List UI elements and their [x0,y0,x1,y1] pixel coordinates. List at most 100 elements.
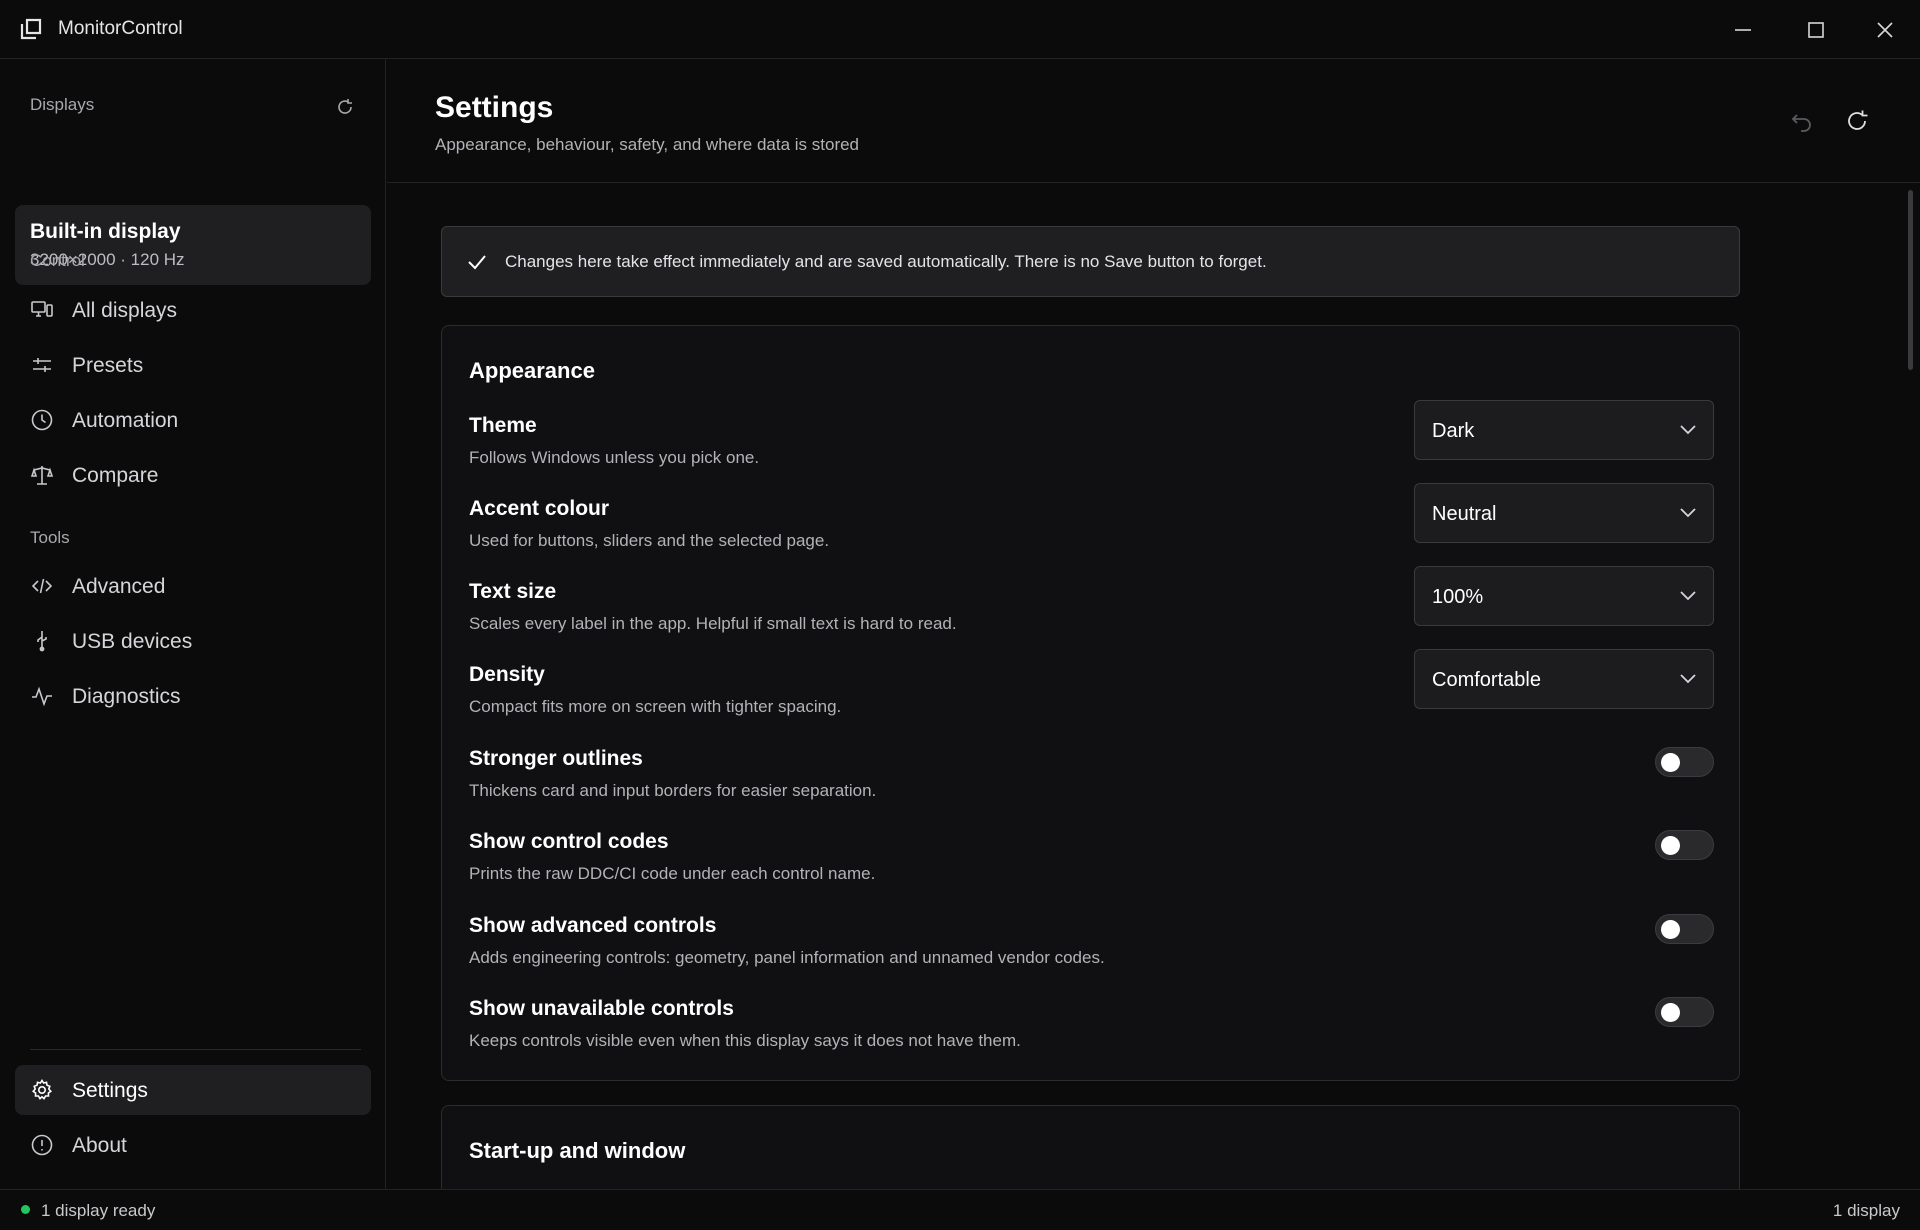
sidebar-item-label: Automation [72,409,179,432]
toggle-knob [1661,920,1680,939]
select-value: Comfortable [1432,669,1541,691]
sidebar-item-label: Presets [72,354,144,377]
setting-label: Text size [469,580,557,603]
startup-card: Start-up and window [441,1105,1740,1189]
page-header: Settings Appearance, behaviour, safety, … [387,59,1920,183]
setting-label: Accent colour [469,497,610,520]
setting-text-size: Text size Scales every label in the app.… [469,566,1714,650]
setting-theme: Theme Follows Windows unless you pick on… [469,400,1714,484]
maximize-button[interactable] [1782,0,1850,59]
accent-colour-select[interactable]: Neutral [1414,483,1714,543]
setting-label: Theme [469,414,537,437]
setting-show-unavailable-controls: Show unavailable controls Keeps controls… [469,997,1714,1067]
setting-label: Show advanced controls [469,914,717,937]
sidebar-item-diagnostics[interactable]: Diagnostics [15,671,371,721]
show-control-codes-toggle[interactable] [1655,830,1714,860]
undo-icon [1791,114,1811,132]
chevron-down-icon [1680,591,1696,601]
reload-icon [1848,110,1868,130]
usb-icon [30,629,54,653]
sidebar-item-about[interactable]: About [15,1120,371,1170]
setting-accent-colour: Accent colour Used for buttons, sliders … [469,483,1714,567]
sidebar-item-label: About [72,1134,127,1157]
setting-label: Show unavailable controls [469,997,734,1020]
display-name: Built-in display [30,220,181,243]
status-dot [21,1205,30,1214]
display-card-built-in[interactable]: Built-in display 3200×2000 · 120 Hz [15,205,371,285]
setting-label: Show control codes [469,830,669,853]
scrollbar-thumb[interactable] [1908,190,1913,370]
setting-show-control-codes: Show control codes Prints the raw DDC/CI… [469,830,1714,900]
text-size-select[interactable]: 100% [1414,566,1714,626]
setting-description: Thickens card and input borders for easi… [469,781,877,800]
select-value: Neutral [1432,503,1497,525]
sidebar-item-advanced[interactable]: Advanced [15,561,371,611]
app-title: MonitorControl [58,18,183,39]
status-bar: 1 display ready 1 display [0,1189,1920,1230]
sidebar-item-label: Advanced [72,575,166,598]
setting-description: Scales every label in the app. Helpful i… [469,614,957,633]
scale-icon [30,463,54,487]
undo-button[interactable] [1789,108,1815,134]
sidebar-item-label: Compare [72,464,159,487]
app-logo-icon [20,18,42,40]
select-value: Dark [1432,420,1475,442]
chevron-down-icon [1680,425,1696,435]
setting-description: Prints the raw DDC/CI code under each co… [469,864,876,883]
sidebar-item-compare[interactable]: Compare [15,450,371,500]
toggle-knob [1661,836,1680,855]
sidebar-item-automation[interactable]: Automation [15,395,371,445]
show-unavailable-controls-toggle[interactable] [1655,997,1714,1027]
minimize-icon [1735,28,1751,31]
density-select[interactable]: Comfortable [1414,649,1714,709]
display-count: 1 display [1832,1201,1900,1220]
sidebar-item-settings[interactable]: Settings [15,1065,371,1115]
setting-description: Keeps controls visible even when this di… [469,1031,1021,1050]
startup-card-title: Start-up and window [469,1138,686,1163]
minimize-button[interactable] [1709,0,1777,59]
sidebar-item-all-displays[interactable]: All displays [15,285,371,335]
setting-show-advanced-controls: Show advanced controls Adds engineering … [469,914,1714,984]
page-title: Settings [435,91,554,124]
sliders-icon [30,353,54,377]
appearance-card-title: Appearance [469,358,595,383]
setting-description: Follows Windows unless you pick one. [469,448,760,467]
info-banner-text: Changes here take effect immediately and… [505,252,1267,271]
info-banner: Changes here take effect immediately and… [441,226,1740,297]
title-bar: MonitorControl [0,0,1920,59]
tools-section-label: Tools [30,528,70,547]
setting-description: Used for buttons, sliders and the select… [469,531,830,550]
reload-button[interactable] [1844,108,1870,134]
close-button[interactable] [1851,0,1919,59]
setting-density: Density Compact fits more on screen with… [469,649,1714,733]
sidebar-item-label: Settings [72,1079,148,1102]
settings-scroll-area[interactable]: Changes here take effect immediately and… [387,184,1920,1189]
page-subtitle: Appearance, behaviour, safety, and where… [435,135,860,154]
control-section-label: Control [30,251,85,270]
chevron-down-icon [1680,674,1696,684]
info-icon [30,1133,54,1157]
toggle-knob [1661,753,1680,772]
clock-icon [30,408,54,432]
gear-icon [30,1078,54,1102]
refresh-displays-icon[interactable] [333,95,357,119]
close-icon [1877,21,1893,38]
setting-label: Density [469,663,545,686]
chevron-down-icon [1680,508,1696,518]
appearance-card: Appearance Theme Follows Windows unless … [441,325,1740,1081]
sidebar-item-usb-devices[interactable]: USB devices [15,616,371,666]
sidebar-item-presets[interactable]: Presets [15,340,371,390]
sidebar: Displays Built-in display 3200×2000 · 12… [0,59,386,1189]
maximize-icon [1808,21,1824,38]
setting-description: Compact fits more on screen with tighter… [469,697,842,716]
show-advanced-controls-toggle[interactable] [1655,914,1714,944]
setting-label: Stronger outlines [469,747,643,770]
select-value: 100% [1432,586,1484,608]
setting-description: Adds engineering controls: geometry, pan… [469,948,1105,967]
stronger-outlines-toggle[interactable] [1655,747,1714,777]
code-icon [30,574,54,598]
sidebar-item-label: Diagnostics [72,685,181,708]
theme-select[interactable]: Dark [1414,400,1714,460]
displays-section-label: Displays [30,95,95,114]
toggle-knob [1661,1003,1680,1022]
